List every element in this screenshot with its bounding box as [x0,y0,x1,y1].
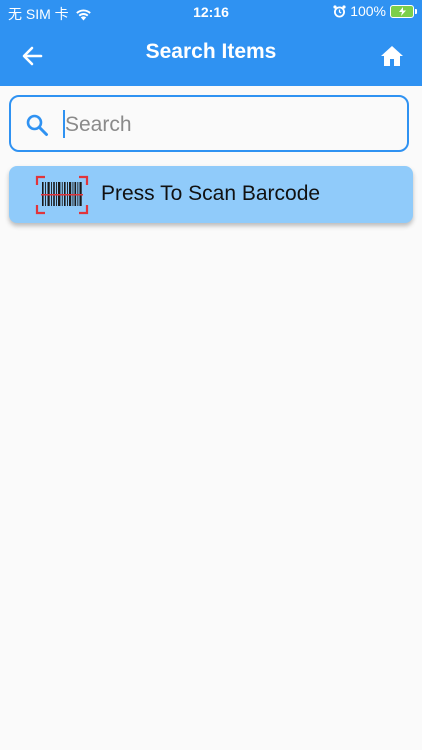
app-bar: 无 SIM 卡 12:16 100% Search Items [0,0,422,86]
search-icon [26,114,48,136]
status-bar: 无 SIM 卡 12:16 100% [0,0,422,24]
status-right: 100% [333,3,417,19]
home-icon [381,46,403,66]
battery-icon [390,4,417,18]
text-cursor [63,110,65,138]
page-title: Search Items [145,40,277,63]
scan-barcode-button[interactable]: Press To Scan Barcode [9,166,413,223]
scan-barcode-label: Press To Scan Barcode [101,182,321,205]
alarm-icon [333,4,346,17]
barcode-scan-icon [35,175,89,215]
battery-percent: 100% [350,3,386,19]
search-box[interactable] [9,95,409,152]
home-button[interactable] [376,40,408,72]
toolbar: Search Items [0,24,422,86]
search-input[interactable] [63,107,397,143]
